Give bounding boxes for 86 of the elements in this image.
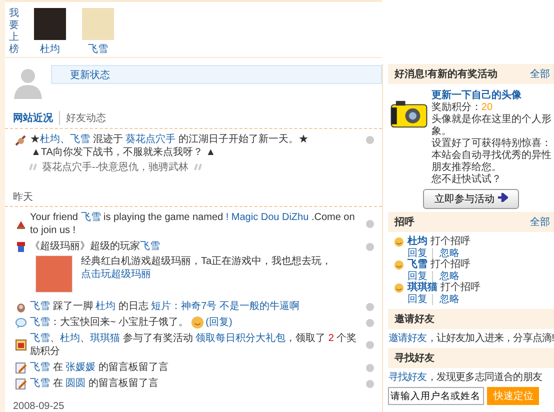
delete-icon[interactable]: [366, 136, 374, 144]
note-icon: [15, 362, 27, 374]
feed-link[interactable]: 飞雪: [30, 362, 50, 374]
feed-link[interactable]: 飞雪: [70, 134, 90, 145]
promo-text: 设置好了可获得特别惊喜：本站会自动寻找优秀的异性朋友推荐给您。: [431, 138, 552, 174]
friend-name-link[interactable]: 琪琪猫: [407, 282, 438, 294]
avatar-photo-placeholder[interactable]: [82, 8, 114, 40]
points-text: 奖励积分：20: [431, 102, 494, 114]
friend-name-link[interactable]: 飞雪: [88, 42, 108, 56]
feed-link[interactable]: 飞雪: [30, 333, 50, 344]
feed-entry-text: 《超级玛丽》超级的玩家飞雪: [30, 240, 161, 253]
feed-link[interactable]: 张媛媛: [66, 362, 96, 374]
friend-name-link[interactable]: 杜均: [407, 236, 428, 248]
greeting-action-link[interactable]: 忽略: [432, 270, 460, 282]
panel-title: 寻找好友: [394, 352, 434, 365]
smiley-icon: [190, 316, 204, 329]
feed-link[interactable]: 琪琪猫: [90, 333, 120, 344]
panel-title: 好消息!有新的有奖活动: [394, 67, 498, 81]
promo-text: 头像就是你在这里的个人形象。: [431, 114, 552, 138]
greeting-action-link[interactable]: 回复: [407, 270, 428, 282]
note-icon: [15, 378, 27, 390]
invite-text: 邀请好友，让好友加入进来，分享点滴!: [388, 332, 554, 346]
avatar-photo-placeholder[interactable]: [34, 8, 66, 40]
panel-title: 邀请好友: [394, 312, 434, 326]
delete-icon[interactable]: [366, 220, 374, 228]
promo-text: 您不赶快试试？: [431, 174, 502, 186]
feed-link[interactable]: 杜均: [40, 134, 60, 145]
greeting-action-link[interactable]: 回复: [407, 294, 428, 305]
feed-link[interactable]: ! Magic Dou DiZhu: [226, 212, 309, 223]
challenge-text: ▲TA向你发下战书，不服就来点我呀？ ▲: [30, 146, 217, 160]
feed-entry-text: 飞雪：大宝快回来~ 小宝肚子饿了。 (回复): [30, 316, 234, 330]
feed-link[interactable]: 飞雪: [30, 301, 50, 312]
camera-icon: [390, 100, 428, 128]
search-field[interactable]: 请输入用户名或姓名: [388, 387, 484, 405]
smiley-icon: [394, 236, 404, 247]
feed-entry-text: 飞雪 在 张媛媛 的留言板留了言: [30, 361, 170, 374]
arrow-right-icon: [497, 193, 508, 202]
greeting-action-link[interactable]: 忽略: [432, 248, 460, 259]
update-status-link[interactable]: 更新状态: [70, 68, 110, 82]
feed-link[interactable]: 圆圆: [66, 378, 86, 390]
status-bubble[interactable]: 更新状态: [51, 65, 382, 84]
panel-title: 招呼: [394, 216, 414, 229]
feed-entry-text: 飞雪 踩了一脚 杜均 的日志 短片：神奇7号 不是一般的牛逼啊: [30, 300, 300, 313]
delete-icon[interactable]: [366, 242, 374, 250]
greeting-text: 打个招呼: [430, 259, 470, 270]
feed-entry-text: 飞雪、杜均、琪琪猫 参与了有奖活动 领取每日积分大礼包，领取了 2 个奖励积分: [30, 332, 358, 358]
feed-link[interactable]: 飞雪: [80, 212, 101, 223]
greeting-action-link[interactable]: 忽略: [432, 294, 460, 305]
quote-text: 葵花点穴手--快意恩仇，驰骋武林: [42, 160, 189, 174]
game-thumbnail-placeholder[interactable]: [35, 255, 73, 293]
view-all-link[interactable]: 全部: [530, 215, 550, 229]
feed-link[interactable]: 飞雪: [30, 378, 50, 390]
feed-tab[interactable]: 网站近况: [13, 111, 53, 125]
feed-link[interactable]: (回复): [206, 317, 232, 328]
view-all-link[interactable]: 全部: [530, 67, 550, 81]
smiley-icon: [394, 260, 404, 270]
feed-link[interactable]: 短片：神奇7号 不是一般的牛逼啊: [151, 301, 300, 312]
top-list-link[interactable]: 我要上榜: [9, 8, 19, 56]
feed-link[interactable]: 领取每日积分大礼包: [196, 333, 286, 344]
friend-name-link[interactable]: 飞雪: [407, 259, 428, 270]
quote-mark-icon: [192, 163, 202, 171]
chat-icon: [15, 316, 27, 329]
feed-entry-text: Your friend 飞雪 is playing the game named ! Magic Dou DiZhu .Come on to join us !: [30, 211, 356, 237]
greeting-text: 打个招呼: [430, 236, 470, 248]
find-link[interactable]: 寻找好友: [388, 372, 427, 383]
feed-entry-text: ★杜均、飞雪 混迹于 葵花点穴手 的江湖日子开始了新一天。★: [30, 133, 310, 146]
feed-link[interactable]: 杜均: [60, 333, 80, 344]
friend-name-link[interactable]: 杜均: [40, 42, 60, 56]
feed-entry-text: 飞雪 在 圆圆 的留言板留了言: [30, 377, 160, 390]
count-number: 2: [328, 333, 334, 344]
smiley-icon: [394, 282, 404, 293]
find-text: 寻找好友，发现更多志同道合的朋友: [388, 370, 544, 385]
invite-link[interactable]: 邀请好友: [388, 333, 427, 344]
play-game-link[interactable]: 点击玩超级玛丽: [81, 269, 151, 280]
promo-headline-link[interactable]: 更新一下自己的头像: [431, 90, 522, 101]
join-activity-button[interactable]: 立即参与活动: [423, 189, 520, 209]
feed-link[interactable]: 杜均: [96, 301, 116, 312]
quote-mark-icon: [29, 163, 39, 171]
game-description: 经典红白机游戏超级玛丽，Ta正在游戏中，我也想去玩， 点击玩超级玛丽: [81, 255, 333, 282]
delete-icon[interactable]: [366, 341, 374, 350]
feed-tab[interactable]: 好友动态: [59, 111, 106, 125]
greeting-action-link[interactable]: 回复: [407, 248, 428, 259]
greeting-text: 打个招呼: [440, 282, 480, 294]
feed-link[interactable]: 飞雪: [140, 241, 160, 252]
feed-link[interactable]: 葵花点穴手: [126, 134, 176, 145]
feed-link[interactable]: 飞雪: [30, 317, 50, 328]
